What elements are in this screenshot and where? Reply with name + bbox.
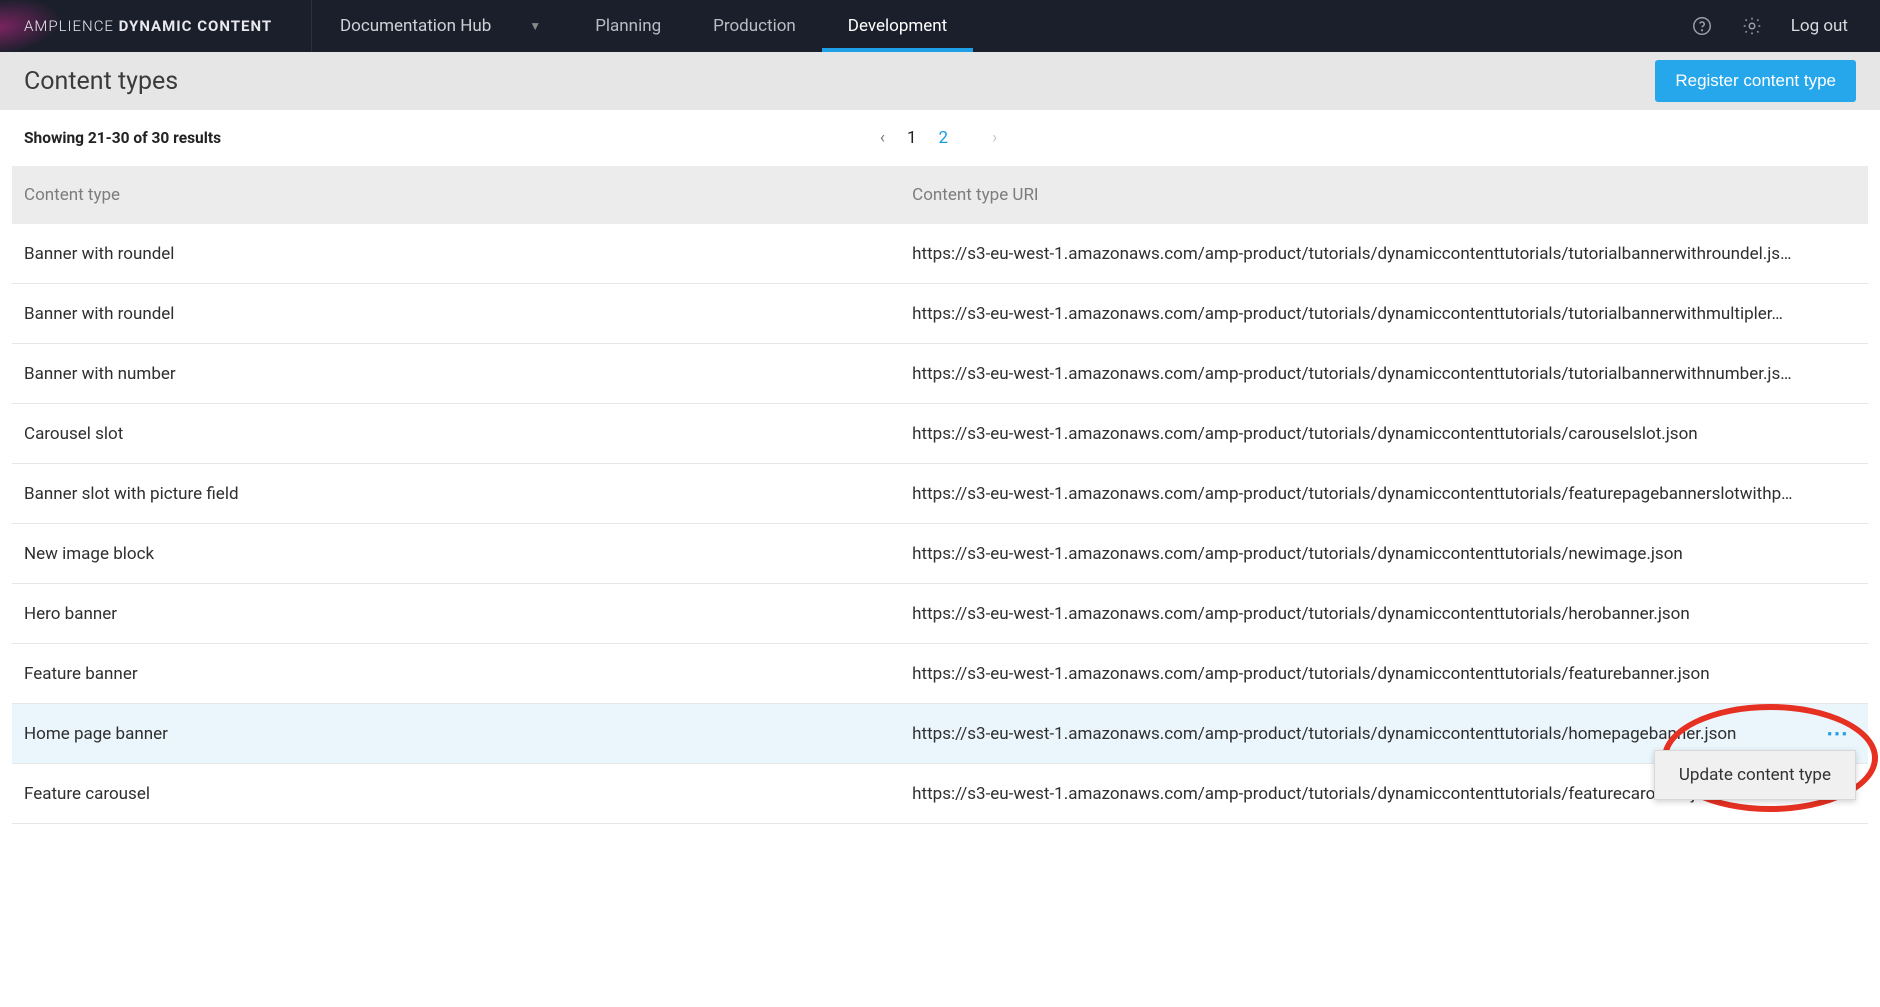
help-icon[interactable]	[1691, 15, 1713, 37]
row-uri: https://s3-eu-west-1.amazonaws.com/amp-p…	[912, 484, 1868, 504]
row-name: Home page banner	[12, 724, 912, 744]
list-toolbar: Showing 21-30 of 30 results ‹ 1 2 ›	[12, 110, 1868, 166]
table-row[interactable]: Home page bannerhttps://s3-eu-west-1.ama…	[12, 704, 1868, 764]
tab-development-label: Development	[848, 16, 947, 36]
row-name: Banner slot with picture field	[12, 484, 912, 504]
tab-production-label: Production	[713, 16, 796, 36]
page-prev[interactable]: ‹	[880, 128, 885, 148]
page-next[interactable]: ›	[992, 128, 997, 148]
row-uri: https://s3-eu-west-1.amazonaws.com/amp-p…	[912, 664, 1868, 684]
register-content-type-button[interactable]: Register content type	[1655, 60, 1856, 102]
table-row[interactable]: New image blockhttps://s3-eu-west-1.amaz…	[12, 524, 1868, 584]
tab-development[interactable]: Development	[822, 0, 973, 52]
brand-part2: DYNAMIC CONTENT	[119, 17, 273, 35]
tab-planning[interactable]: Planning	[569, 0, 687, 52]
row-uri: https://s3-eu-west-1.amazonaws.com/amp-p…	[912, 244, 1868, 264]
table-row[interactable]: Feature carouselhttps://s3-eu-west-1.ama…	[12, 764, 1868, 824]
column-header-uri: Content type URI	[912, 185, 1868, 205]
hub-selector-label: Documentation Hub	[340, 16, 491, 36]
hub-selector[interactable]: Documentation Hub ▼	[312, 16, 569, 36]
column-header-name: Content type	[12, 185, 912, 205]
tab-production[interactable]: Production	[687, 0, 822, 52]
page-header: Content types Register content type	[0, 52, 1880, 110]
update-content-type-menuitem[interactable]: Update content type	[1679, 765, 1831, 785]
row-uri: https://s3-eu-west-1.amazonaws.com/amp-p…	[912, 724, 1868, 744]
row-name: New image block	[12, 544, 912, 564]
row-name: Banner with number	[12, 364, 912, 384]
brand-area: AMPLIENCE DYNAMIC CONTENT	[0, 0, 312, 52]
row-name: Hero banner	[12, 604, 912, 624]
table-row[interactable]: Banner with numberhttps://s3-eu-west-1.a…	[12, 344, 1868, 404]
top-bar: AMPLIENCE DYNAMIC CONTENT Documentation …	[0, 0, 1880, 52]
row-name: Banner with roundel	[12, 304, 912, 324]
row-uri: https://s3-eu-west-1.amazonaws.com/amp-p…	[912, 544, 1868, 564]
brand-logo: AMPLIENCE DYNAMIC CONTENT	[24, 17, 272, 35]
results-count: Showing 21-30 of 30 results	[24, 129, 221, 147]
table-row[interactable]: Carousel slothttps://s3-eu-west-1.amazon…	[12, 404, 1868, 464]
row-name: Banner with roundel	[12, 244, 912, 264]
table-row[interactable]: Banner with roundelhttps://s3-eu-west-1.…	[12, 224, 1868, 284]
pagination: ‹ 1 2 ›	[880, 128, 997, 148]
table-row[interactable]: Feature bannerhttps://s3-eu-west-1.amazo…	[12, 644, 1868, 704]
row-actions-icon[interactable]: ⋯	[1826, 721, 1850, 746]
caret-down-icon: ▼	[529, 19, 541, 33]
topbar-right: Log out	[1691, 15, 1880, 37]
row-uri: https://s3-eu-west-1.amazonaws.com/amp-p…	[912, 604, 1868, 624]
nav-tabs: Planning Production Development	[569, 0, 973, 52]
tab-planning-label: Planning	[595, 16, 661, 36]
page-2[interactable]: 2	[939, 128, 949, 148]
table-row[interactable]: Banner slot with picture fieldhttps://s3…	[12, 464, 1868, 524]
row-uri: https://s3-eu-west-1.amazonaws.com/amp-p…	[912, 304, 1868, 324]
brand-part1: AMPLIENCE	[24, 17, 119, 35]
row-uri: https://s3-eu-west-1.amazonaws.com/amp-p…	[912, 424, 1868, 444]
table-row[interactable]: Banner with roundelhttps://s3-eu-west-1.…	[12, 284, 1868, 344]
row-name: Feature carousel	[12, 784, 912, 804]
table-body: Banner with roundelhttps://s3-eu-west-1.…	[12, 224, 1868, 824]
gear-icon[interactable]	[1741, 15, 1763, 37]
table-header: Content type Content type URI	[12, 166, 1868, 224]
page-1[interactable]: 1	[907, 128, 917, 148]
page-title: Content types	[24, 67, 178, 96]
row-name: Carousel slot	[12, 424, 912, 444]
row-uri: https://s3-eu-west-1.amazonaws.com/amp-p…	[912, 364, 1868, 384]
content-area: Showing 21-30 of 30 results ‹ 1 2 › Conte…	[0, 110, 1880, 824]
row-context-menu: Update content type	[1654, 750, 1856, 800]
row-name: Feature banner	[12, 664, 912, 684]
table-row[interactable]: Hero bannerhttps://s3-eu-west-1.amazonaw…	[12, 584, 1868, 644]
logout-link[interactable]: Log out	[1791, 16, 1848, 36]
